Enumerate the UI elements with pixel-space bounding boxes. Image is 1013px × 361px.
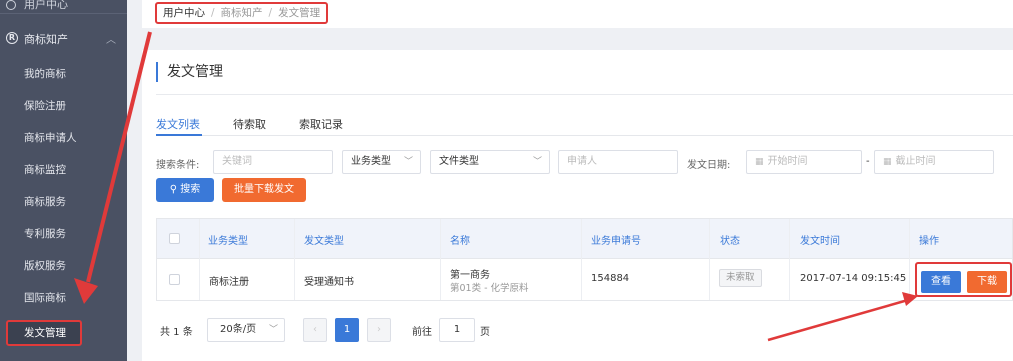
start-date-placeholder: 开始时间	[767, 156, 808, 167]
applicant-input[interactable]: 申请人	[558, 150, 678, 174]
divider	[156, 94, 1013, 95]
actions-highlight: 查看 下载	[915, 262, 1012, 297]
documents-table: 业务类型 发文类型 名称 业务申请号 状态 发文时间 操作 商标注册 受理通知书…	[156, 218, 1013, 301]
tab-records[interactable]: 索取记录	[299, 116, 343, 132]
sidebar-submenu: 我的商标 保险注册 商标申请人 商标监控 商标服务 专利服务 版权服务 国际商标…	[0, 58, 127, 346]
breadcrumb-separator: /	[268, 7, 273, 19]
table-row: 商标注册 受理通知书 第一商务 第01类 - 化学原料 154884 未索取 2…	[157, 259, 1012, 300]
business-type-value: 业务类型	[351, 156, 391, 167]
end-date-placeholder: 截止时间	[895, 156, 936, 167]
table-header: 业务类型 发文类型 名称 业务申请号 状态 发文时间 操作	[157, 219, 1012, 259]
breadcrumb-item[interactable]: 用户中心	[163, 7, 205, 19]
sidebar-item-my-trademarks[interactable]: 我的商标	[0, 58, 127, 90]
goto-label: 前往	[412, 327, 432, 338]
sidebar-item-insurance[interactable]: 保险注册	[0, 90, 127, 122]
breadcrumb-separator: /	[211, 7, 215, 19]
calendar-icon: ▦	[755, 157, 764, 167]
cell-name: 第一商务	[450, 270, 490, 281]
tab-bar: 发文列表 待索取 索取记录	[156, 112, 1013, 136]
cell-name-sub: 第01类 - 化学原料	[450, 283, 529, 294]
cell-app-no: 154884	[591, 273, 630, 284]
content-card: 发文管理 发文列表 待索取 索取记录 搜索条件: 关键词 业务类型 ﹀ 文件类型…	[142, 50, 1013, 361]
status-badge: 未索取	[719, 269, 762, 287]
sidebar-item-trademark-service[interactable]: 商标服务	[0, 186, 127, 218]
chevron-down-icon: ﹀	[268, 325, 278, 335]
next-page-button[interactable]: ›	[367, 318, 391, 342]
breadcrumb-item[interactable]: 商标知产	[221, 7, 263, 19]
calendar-icon: ▦	[883, 157, 892, 167]
breadcrumb-item: 发文管理	[278, 7, 321, 19]
header-status: 状态	[720, 236, 740, 247]
select-all-checkbox[interactable]	[169, 233, 180, 244]
sidebar-item-international[interactable]: 国际商标	[0, 282, 127, 314]
page-title: 发文管理	[156, 62, 223, 82]
user-icon	[6, 0, 16, 10]
date-label: 发文日期:	[687, 160, 731, 171]
sidebar-item-user-center[interactable]: 用户中心	[0, 0, 127, 14]
goto-page-input[interactable]: 1	[439, 318, 475, 342]
header-doc-type: 发文类型	[304, 236, 344, 247]
breadcrumb: 用户中心 / 商标知产 / 发文管理	[155, 2, 329, 24]
sidebar-top-label: 用户中心	[24, 0, 68, 11]
header-actions: 操作	[919, 236, 939, 247]
sidebar-item-applicant[interactable]: 商标申请人	[0, 122, 127, 154]
cell-time: 2017-07-14 09:15:45	[800, 273, 907, 284]
date-range-separator: -	[866, 156, 870, 167]
tab-pending[interactable]: 待索取	[233, 116, 266, 132]
prev-page-button[interactable]: ‹	[303, 318, 327, 342]
header-app-no: 业务申请号	[591, 236, 641, 247]
doc-type-select[interactable]: 文件类型 ﹀	[430, 150, 550, 174]
sidebar-item-monitor[interactable]: 商标监控	[0, 154, 127, 186]
chevron-down-icon: ﹀	[403, 157, 413, 167]
row-checkbox[interactable]	[169, 274, 180, 285]
page-suffix: 页	[480, 327, 490, 338]
doc-type-value: 文件类型	[439, 156, 479, 167]
batch-download-button[interactable]: 批量下载发文	[222, 178, 306, 202]
main-content: 用户中心 / 商标知产 / 发文管理 发文管理 发文列表 待索取 索取记录 搜索条件: …	[127, 0, 1013, 361]
search-button[interactable]: ⚲ 搜索	[156, 178, 214, 202]
chevron-down-icon: ﹀	[532, 157, 542, 167]
view-button[interactable]: 查看	[921, 271, 961, 293]
filter-label: 搜索条件:	[156, 160, 200, 171]
sidebar-item-documents[interactable]: 发文管理	[6, 320, 82, 346]
sidebar-group-trademark[interactable]: R 商标知产 ︿	[0, 25, 127, 53]
chevron-up-icon: ︿	[106, 35, 116, 46]
page-size-value: 20条/页	[220, 324, 257, 335]
tab-document-list[interactable]: 发文列表	[156, 116, 200, 132]
pager-total: 共 1 条	[160, 327, 193, 338]
header-business-type: 业务类型	[208, 236, 248, 247]
cell-business-type: 商标注册	[209, 277, 249, 288]
search-button-label: 搜索	[180, 184, 201, 195]
header-name: 名称	[450, 236, 470, 247]
page-1-button[interactable]: 1	[335, 318, 359, 342]
download-button[interactable]: 下载	[967, 271, 1007, 293]
sidebar-group-label: 商标知产	[24, 33, 68, 46]
search-icon: ⚲	[169, 184, 181, 195]
start-date-input[interactable]: ▦ 开始时间	[746, 150, 862, 174]
pagination: 共 1 条 20条/页 ﹀ ‹ 1 › 前往 1 页	[160, 318, 520, 342]
business-type-select[interactable]: 业务类型 ﹀	[342, 150, 421, 174]
sidebar-item-patent-service[interactable]: 专利服务	[0, 218, 127, 250]
page-size-select[interactable]: 20条/页 ﹀	[207, 318, 285, 342]
registered-icon: R	[6, 32, 18, 44]
active-tab-indicator	[156, 134, 202, 136]
keyword-input[interactable]: 关键词	[213, 150, 333, 174]
sidebar: 用户中心 R 商标知产 ︿ 我的商标 保险注册 商标申请人 商标监控 商标服务 …	[0, 0, 127, 361]
end-date-input[interactable]: ▦ 截止时间	[874, 150, 994, 174]
header-time: 发文时间	[800, 236, 840, 247]
sidebar-item-copyright-service[interactable]: 版权服务	[0, 250, 127, 282]
cell-doc-type: 受理通知书	[304, 277, 354, 288]
